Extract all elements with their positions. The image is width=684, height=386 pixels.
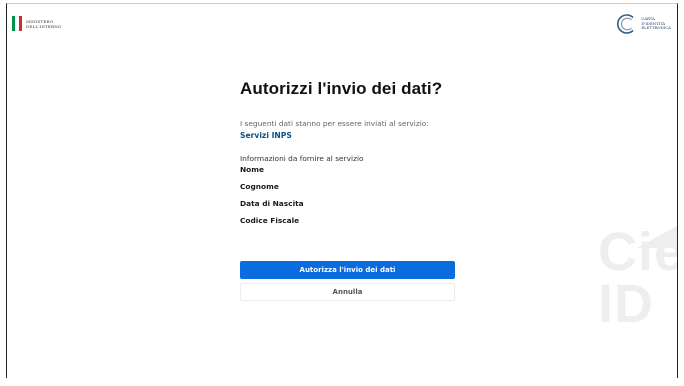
watermark-line2: ID [597, 274, 654, 334]
ministry-name: MINISTERO DELL'INTERNO [26, 19, 61, 29]
cie-id-watermark: Cie ID [597, 222, 678, 334]
cie-logo-text: CARTA D'IDENTITÀ ELETTRONICA [641, 16, 671, 31]
service-name: Servizi INPS [240, 131, 292, 140]
field-item-cognome: Cognome [240, 182, 279, 191]
cie-c-icon [617, 14, 634, 34]
field-item-data-nascita: Data di Nascita [240, 199, 304, 208]
field-list: Nome Cognome Data di Nascita Codice Fisc… [240, 165, 455, 233]
info-title: Informazioni da fornire al servizio [240, 154, 364, 163]
cancel-button[interactable]: Annulla [240, 283, 455, 301]
consent-description: I seguenti dati stanno per essere inviat… [240, 119, 429, 128]
ministry-line2: DELL'INTERNO [26, 23, 62, 29]
field-item-codice-fiscale: Codice Fiscale [240, 216, 300, 225]
page-frame: MINISTERO DELL'INTERNO CARTA D'IDENTITÀ … [6, 3, 678, 378]
authorize-button[interactable]: Autorizza l'invio dei dati [240, 261, 455, 279]
header: MINISTERO DELL'INTERNO CARTA D'IDENTITÀ … [7, 4, 677, 54]
watermark-line1: Cie [597, 222, 678, 282]
italian-flag-icon [12, 16, 22, 31]
consent-panel: Autorizzi l'invio dei dati? I seguenti d… [240, 79, 455, 233]
page-title: Autorizzi l'invio dei dati? [240, 79, 443, 98]
cie-line3: ELETTRONICA [641, 25, 671, 31]
field-item-nome: Nome [240, 165, 264, 174]
ministry-logo: MINISTERO DELL'INTERNO [12, 16, 61, 31]
cie-logo: CARTA D'IDENTITÀ ELETTRONICA [616, 13, 671, 35]
